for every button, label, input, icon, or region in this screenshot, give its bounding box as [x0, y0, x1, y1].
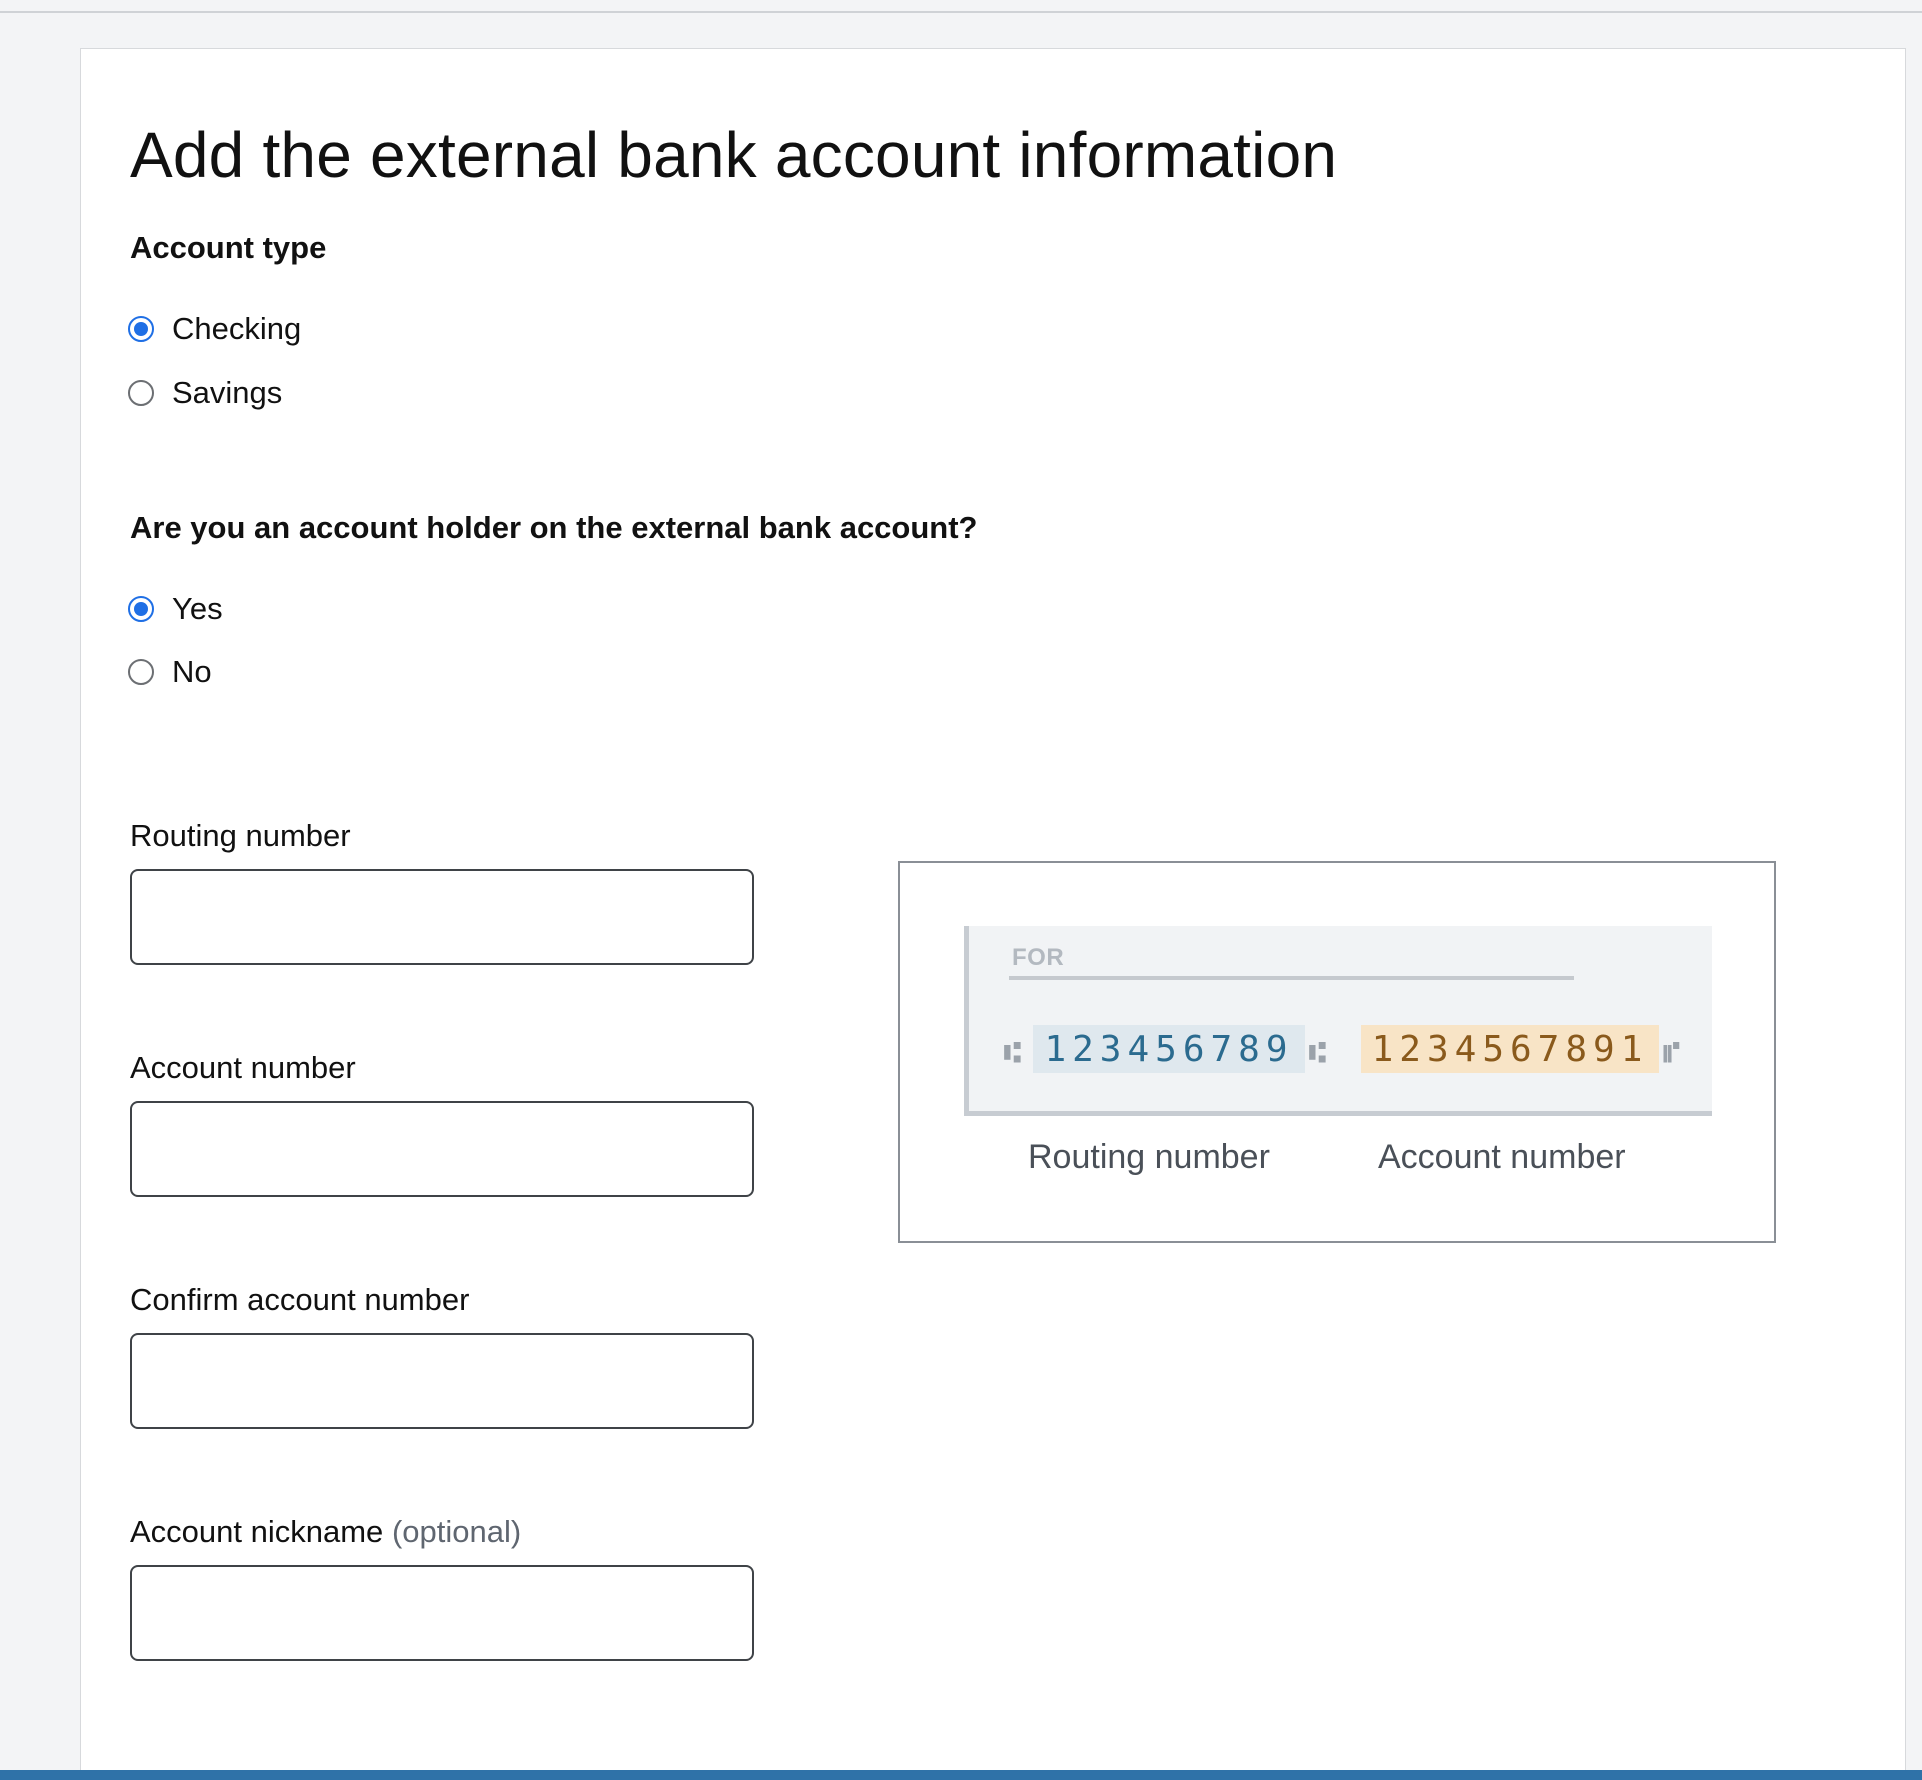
- micr-transit-symbol-right: ⑆: [1309, 1036, 1326, 1069]
- radio-label-yes: Yes: [172, 591, 223, 626]
- account-number-label: Account number: [130, 1050, 356, 1085]
- radio-no[interactable]: [128, 659, 154, 685]
- radio-checking[interactable]: [128, 316, 154, 342]
- radio-option-savings[interactable]: Savings: [128, 373, 282, 413]
- micr-account-number: 1234567891: [1361, 1025, 1659, 1073]
- account-nickname-label-text: Account nickname: [130, 1514, 384, 1549]
- account-type-label: Account type: [130, 230, 327, 265]
- account-nickname-input[interactable]: [130, 1565, 754, 1661]
- radio-savings[interactable]: [128, 380, 154, 406]
- account-nickname-label: Account nickname (optional): [130, 1514, 521, 1550]
- confirm-account-number-input[interactable]: [130, 1333, 754, 1429]
- routing-number-label: Routing number: [130, 818, 351, 853]
- radio-option-checking[interactable]: Checking: [128, 309, 301, 349]
- radio-yes[interactable]: [128, 596, 154, 622]
- account-holder-label: Are you an account holder on the externa…: [130, 510, 978, 545]
- radio-option-yes[interactable]: Yes: [128, 589, 223, 629]
- radio-label-savings: Savings: [172, 375, 283, 410]
- micr-routing-number: 123456789: [1033, 1025, 1305, 1073]
- check-memo-line: [1009, 976, 1574, 980]
- check-for-text: FOR: [1012, 944, 1065, 971]
- browser-top-rule: [0, 0, 1922, 13]
- routing-number-input[interactable]: [130, 869, 754, 965]
- optional-hint: (optional): [391, 1514, 522, 1549]
- page-title: Add the external bank account informatio…: [130, 119, 1338, 191]
- micr-on-us-symbol: ⑈: [1663, 1036, 1680, 1069]
- radio-label-no: No: [172, 654, 212, 689]
- check-caption-routing: Routing number: [1028, 1138, 1270, 1176]
- account-number-input[interactable]: [130, 1101, 754, 1197]
- radio-option-no[interactable]: No: [128, 652, 212, 692]
- check-illustration: [964, 926, 1712, 1116]
- radio-label-checking: Checking: [172, 311, 302, 346]
- confirm-account-number-label: Confirm account number: [130, 1282, 470, 1317]
- micr-transit-symbol-left: ⑆: [1004, 1036, 1021, 1069]
- check-caption-account: Account number: [1378, 1138, 1626, 1176]
- bottom-accent-bar: [0, 1770, 1922, 1780]
